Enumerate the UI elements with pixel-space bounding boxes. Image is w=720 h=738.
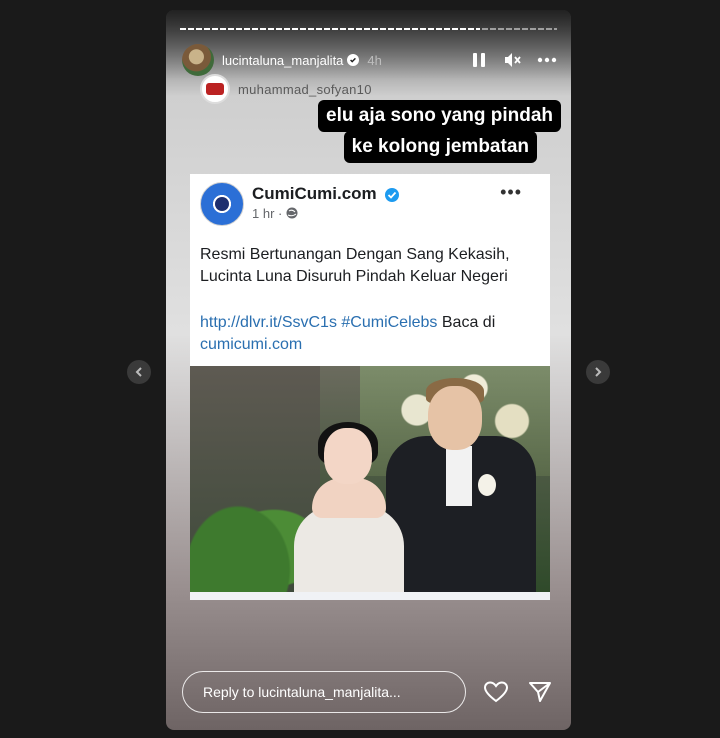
- post-time: 1 hr ·: [252, 206, 286, 221]
- verified-badge-icon: [385, 187, 400, 202]
- page-name: CumiCumi.com: [252, 184, 377, 203]
- reply-input[interactable]: Reply to lucintaluna_manjalita...: [182, 671, 466, 713]
- caption-line-1: elu aja sono yang pindah: [318, 100, 561, 132]
- post-text: Resmi Bertunangan Dengan Sang Kekasih, L…: [200, 244, 540, 288]
- repost-username: muhammad_sofyan10: [238, 81, 372, 97]
- story-caption: elu aja sono yang pindah ke kolong jemba…: [318, 100, 561, 163]
- heart-icon: [484, 681, 508, 703]
- shared-post-screenshot: CumiCumi.com 1 hr · ••• Resmi Bertunanga…: [190, 174, 550, 600]
- post-text-line-1: Resmi Bertunangan Dengan Sang Kekasih,: [200, 246, 510, 263]
- reply-placeholder: Reply to lucintaluna_manjalita...: [203, 684, 401, 700]
- story-time: 4h: [367, 52, 382, 68]
- progress-segment-current: [180, 28, 480, 30]
- chevron-left-icon: [135, 367, 142, 377]
- story-footer: Reply to lucintaluna_manjalita...: [182, 670, 557, 714]
- post-link-2: cumicumi.com: [200, 336, 303, 353]
- story-progress: [180, 28, 557, 30]
- like-button[interactable]: [482, 678, 510, 706]
- more-options-button[interactable]: [537, 50, 557, 70]
- prev-story-button[interactable]: [127, 360, 151, 384]
- page-logo: [200, 182, 244, 226]
- post-photo: [190, 366, 550, 592]
- post-bottom-bar: [190, 592, 550, 600]
- avatar[interactable]: [182, 44, 214, 76]
- verified-icon: [347, 54, 360, 66]
- chevron-right-icon: [595, 367, 602, 377]
- post-header: CumiCumi.com 1 hr · •••: [200, 182, 540, 228]
- mute-button[interactable]: [503, 50, 523, 70]
- post-link-1: http://dlvr.it/SsvC1s: [200, 314, 337, 331]
- story-username[interactable]: lucintaluna_manjalita: [222, 53, 343, 68]
- story-viewer: lucintaluna_manjalita 4h muhammad_sofyan…: [166, 10, 571, 730]
- next-story-button[interactable]: [586, 360, 610, 384]
- pause-icon: [473, 53, 485, 67]
- repost-avatar: [200, 74, 230, 104]
- post-text-line-2: Lucinta Luna Disuruh Pindah Keluar Neger…: [200, 268, 508, 285]
- post-baca: Baca di: [437, 314, 496, 331]
- pause-button[interactable]: [469, 50, 489, 70]
- story-header: lucintaluna_manjalita 4h: [182, 44, 557, 76]
- progress-segment-rest: [482, 28, 557, 30]
- post-links: http://dlvr.it/SsvC1s #CumiCelebs Baca d…: [200, 312, 540, 356]
- caption-line-2: ke kolong jembatan: [343, 131, 537, 163]
- more-icon: [537, 57, 557, 63]
- send-icon: [529, 682, 551, 702]
- globe-icon: [286, 207, 298, 219]
- send-button[interactable]: [526, 678, 554, 706]
- post-hashtag: #CumiCelebs: [341, 314, 438, 331]
- mute-icon: [505, 53, 521, 67]
- post-more-icon: •••: [500, 182, 522, 202]
